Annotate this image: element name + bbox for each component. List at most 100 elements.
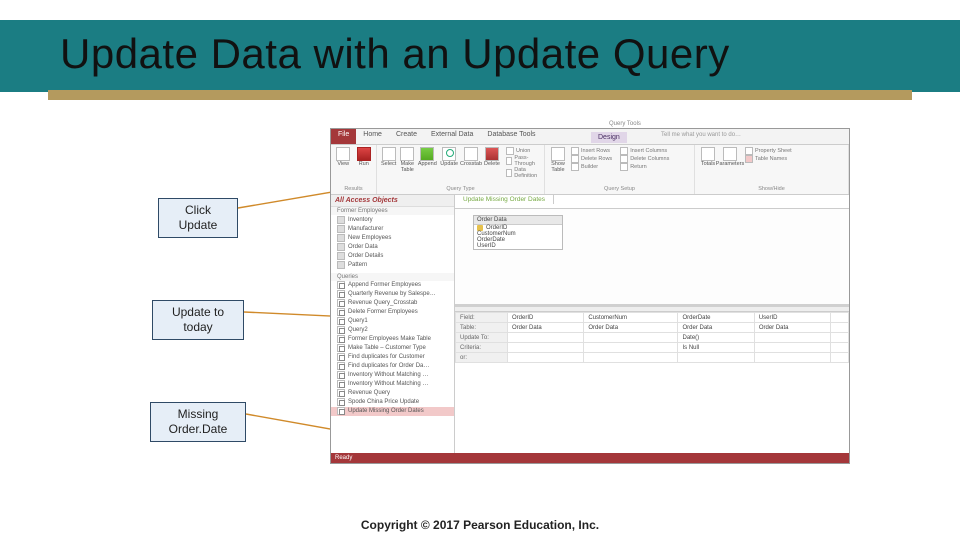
field-userid[interactable]: UserID	[474, 243, 562, 249]
table-icon	[337, 216, 345, 224]
return-button[interactable]: Return	[620, 163, 669, 171]
callout-line: Click	[185, 203, 211, 217]
callout-missing-orderdate: Missing Order.Date	[150, 402, 246, 442]
callout-line: Missing	[178, 407, 219, 421]
nav-table-item[interactable]: Inventory	[331, 215, 454, 224]
grid-cell[interactable]	[754, 353, 830, 363]
nav-query-item[interactable]: Find duplicates for Order Da…	[331, 362, 454, 371]
grid-cell[interactable]: Order Data	[754, 323, 830, 333]
grid-cell[interactable]	[831, 313, 849, 323]
parameters-button[interactable]: Parameters	[721, 147, 739, 168]
nav-query-item[interactable]: Append Former Employees	[331, 281, 454, 290]
nav-query-item[interactable]: Query1	[331, 317, 454, 326]
nav-table-item[interactable]: New Employees	[331, 233, 454, 242]
totals-button[interactable]: Totals	[699, 147, 717, 168]
nav-query-item[interactable]: Find duplicates for Customer	[331, 353, 454, 362]
group-query-setup: Query Setup	[549, 186, 690, 192]
ribbon-tabs: File Home Create External Data Database …	[331, 129, 849, 145]
grid-cell[interactable]: CustomerNum	[584, 313, 678, 323]
grid-cell[interactable]	[831, 343, 849, 353]
table-icon	[337, 252, 345, 260]
grid-cell[interactable]	[831, 353, 849, 363]
grid-cell[interactable]: Order Data	[678, 323, 754, 333]
nav-table-item[interactable]: Order Data	[331, 242, 454, 251]
document-tab[interactable]: Update Missing Order Dates	[455, 195, 554, 204]
nav-query-item[interactable]: Make Table – Customer Type	[331, 344, 454, 353]
query-icon	[337, 281, 345, 289]
grid-cell[interactable]	[508, 343, 584, 353]
nav-query-item[interactable]: Revenue Query	[331, 389, 454, 398]
nav-query-item[interactable]: Inventory Without Matching …	[331, 371, 454, 380]
nav-query-item[interactable]: Update Missing Order Dates	[331, 407, 454, 416]
tab-home[interactable]: Home	[356, 129, 389, 144]
delete-rows-button[interactable]: Delete Rows	[571, 155, 612, 163]
delete-columns-button[interactable]: Delete Columns	[620, 155, 669, 163]
table-pane[interactable]: Order Data OrderID CustomerNum OrderDate…	[455, 209, 849, 307]
table-names-button[interactable]: Table Names	[745, 155, 792, 163]
grid-cell[interactable]	[508, 353, 584, 363]
tab-create[interactable]: Create	[389, 129, 424, 144]
field-list-orderdata[interactable]: Order Data OrderID CustomerNum OrderDate…	[473, 215, 563, 250]
navigation-pane[interactable]: All Access Objects Former Employees Inve…	[331, 195, 455, 453]
field-list-title: Order Data	[474, 216, 562, 225]
nav-table-item[interactable]: Pattern	[331, 260, 454, 269]
insert-columns-button[interactable]: Insert Columns	[620, 147, 669, 155]
union-button[interactable]: Union	[506, 147, 540, 155]
data-definition-button[interactable]: Data Definition	[506, 167, 540, 179]
grid-cell[interactable]	[584, 343, 678, 353]
nav-header[interactable]: All Access Objects	[331, 195, 454, 207]
tell-me-box[interactable]: Tell me what you want to do…	[661, 132, 741, 138]
slide-title-wrap: Update Data with an Update Query	[0, 20, 960, 102]
append-button[interactable]: Append	[418, 147, 436, 168]
grid-cell[interactable]: OrderDate	[678, 313, 754, 323]
property-sheet-button[interactable]: Property Sheet	[745, 147, 792, 155]
run-button[interactable]: Run	[356, 147, 373, 168]
query-icon	[337, 353, 345, 361]
query-icon	[337, 326, 345, 334]
grid-cell[interactable]	[584, 333, 678, 343]
nav-tables-list: InventoryManufacturerNew EmployeesOrder …	[331, 215, 454, 273]
passthrough-button[interactable]: Pass-Through	[506, 155, 540, 167]
table-icon	[337, 243, 345, 251]
update-button[interactable]: Update	[440, 147, 458, 168]
nav-query-item[interactable]: Spode China Price Update	[331, 398, 454, 407]
grid-cell[interactable]	[754, 333, 830, 343]
delete-query-button[interactable]: Delete	[484, 147, 500, 168]
nav-table-item[interactable]: Manufacturer	[331, 224, 454, 233]
nav-query-item[interactable]: Query2	[331, 326, 454, 335]
crosstab-button[interactable]: Crosstab	[462, 147, 480, 168]
nav-query-item[interactable]: Revenue Query_Crosstab	[331, 299, 454, 308]
nav-query-item[interactable]: Former Employees Make Table	[331, 335, 454, 344]
view-button[interactable]: View	[335, 147, 352, 168]
grid-cell[interactable]	[584, 353, 678, 363]
tab-file[interactable]: File	[331, 129, 356, 144]
show-table-button[interactable]: Show Table	[549, 147, 567, 173]
grid-cell[interactable]: Order Data	[584, 323, 678, 333]
grid-cell[interactable]: Order Data	[508, 323, 584, 333]
grid-cell[interactable]	[754, 343, 830, 353]
insert-rows-button[interactable]: Insert Rows	[571, 147, 612, 155]
qbe-grid[interactable]: Field: OrderID CustomerNum OrderDate Use…	[455, 311, 849, 453]
make-table-button[interactable]: Make Table	[400, 147, 414, 173]
nav-query-item[interactable]: Inventory Without Matching …	[331, 380, 454, 389]
tab-external-data[interactable]: External Data	[424, 129, 480, 144]
grid-cell[interactable]: Is Null	[678, 343, 754, 353]
grid-cell[interactable]: Date()	[678, 333, 754, 343]
grid-cell[interactable]	[508, 333, 584, 343]
select-query-button[interactable]: Select	[381, 147, 396, 168]
grid-cell[interactable]	[831, 333, 849, 343]
grid-cell[interactable]	[831, 323, 849, 333]
callout-line: Order.Date	[161, 422, 235, 437]
tab-design[interactable]: Design	[591, 132, 627, 143]
nav-table-item[interactable]: Order Details	[331, 251, 454, 260]
tab-database-tools[interactable]: Database Tools	[480, 129, 542, 144]
nav-query-item[interactable]: Quarterly Revenue by Salespe…	[331, 290, 454, 299]
builder-button[interactable]: Builder	[571, 163, 612, 171]
nav-query-item[interactable]: Delete Former Employees	[331, 308, 454, 317]
grid-cell[interactable]: OrderID	[508, 313, 584, 323]
grid-row-table: Table:	[456, 323, 508, 333]
grid-cell[interactable]	[678, 353, 754, 363]
grid-row-or: or:	[456, 353, 508, 363]
group-results: Results	[335, 186, 372, 192]
grid-cell[interactable]: UserID	[754, 313, 830, 323]
